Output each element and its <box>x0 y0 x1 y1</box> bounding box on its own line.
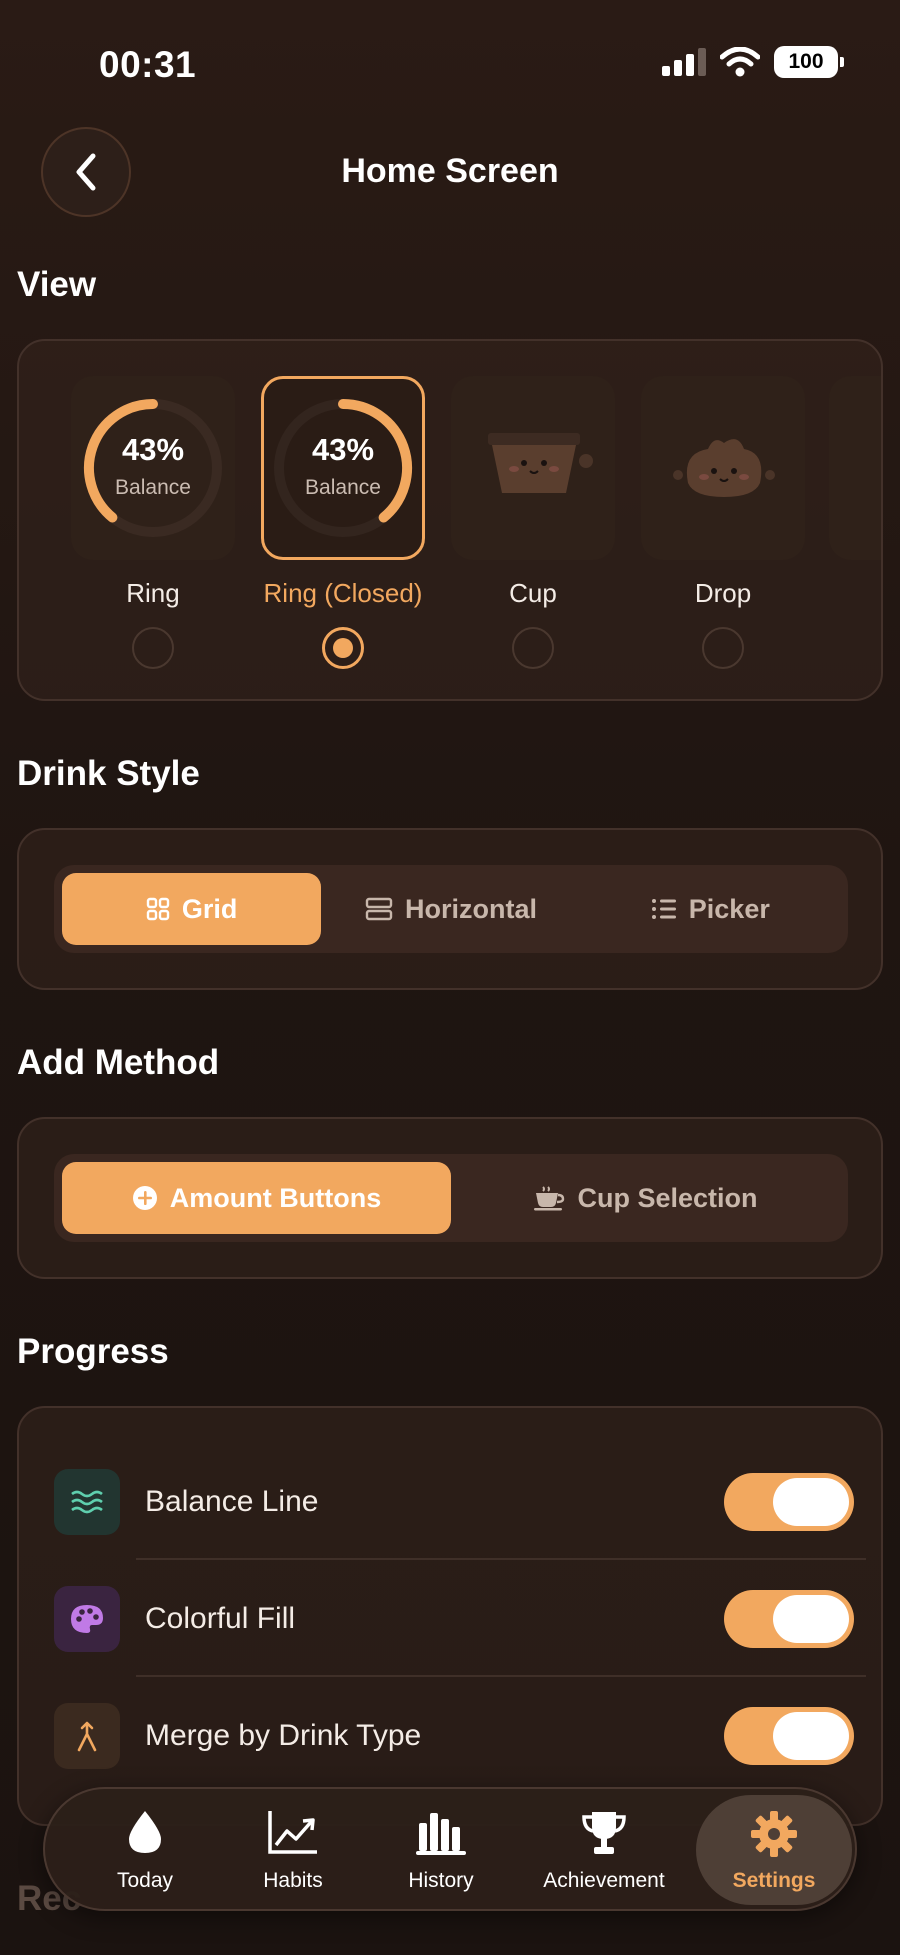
palette-icon <box>54 1586 120 1652</box>
rows-icon <box>365 897 393 921</box>
page-title: Home Screen <box>341 152 559 190</box>
ring-closed-preview: 43% Balance <box>261 376 425 560</box>
view-option-ring[interactable]: 43% Balance Ring <box>71 376 235 669</box>
drop-preview <box>641 376 805 560</box>
row-divider <box>136 1558 866 1560</box>
ring-closed-sub: Balance <box>305 476 381 499</box>
add-method-card: Amount Buttons Cup Selection <box>17 1117 883 1279</box>
merge-by-drink-type-row[interactable]: Merge by Drink Type <box>54 1678 854 1794</box>
tab-label: Settings <box>732 1869 816 1892</box>
cup-character-icon <box>488 433 593 493</box>
tab-bar: Today Habits History Achievement Setting… <box>43 1787 857 1911</box>
view-radio-ring-closed[interactable] <box>322 627 364 669</box>
bars-icon <box>416 1813 466 1855</box>
add-method-section-title: Add Method <box>17 1043 220 1082</box>
grid-icon <box>146 897 170 921</box>
ring-progress-icon <box>84 399 222 537</box>
cup-preview <box>451 376 615 560</box>
row-divider <box>136 1675 866 1677</box>
plus-circle-icon <box>132 1186 157 1210</box>
ring-preview: 43% Balance <box>71 376 235 560</box>
tab-achievement[interactable]: Achievement <box>523 1789 685 1909</box>
coffee-cup-icon <box>534 1186 565 1211</box>
balance-line-row[interactable]: Balance Line <box>54 1444 854 1560</box>
view-option-label: Cup <box>509 578 557 608</box>
status-time: 00:31 <box>99 44 197 85</box>
colorful-fill-toggle[interactable] <box>724 1590 854 1648</box>
view-option-label: Drop <box>694 578 752 608</box>
view-option-next-peek[interactable] <box>829 376 881 560</box>
tab-history[interactable]: History <box>381 1789 501 1909</box>
add-method-option-label: Cup Selection <box>577 1182 758 1213</box>
ring-closed-progress-icon <box>274 399 412 537</box>
ring-percent: 43% <box>121 432 185 467</box>
merge-by-drink-type-label: Merge by Drink Type <box>145 1719 422 1752</box>
drink-style-option-label: Grid <box>181 893 238 924</box>
view-radio-ring[interactable] <box>132 627 174 669</box>
wifi-icon <box>720 47 760 77</box>
drink-style-segmented-control: Grid Horizontal Picker <box>54 865 848 953</box>
drink-style-horizontal-option[interactable]: Horizontal <box>321 873 580 945</box>
add-method-cup-selection-option[interactable]: Cup Selection <box>451 1162 840 1234</box>
drink-style-section-title: Drink Style <box>17 754 200 793</box>
tab-label: History <box>408 1869 474 1892</box>
battery-indicator: 100 <box>774 46 844 78</box>
view-carousel[interactable]: 43% Balance Ring 43% Balance Ring (Close… <box>17 339 883 701</box>
progress-section-title: Progress <box>17 1332 169 1371</box>
view-option-cup[interactable]: Cup <box>451 376 615 669</box>
view-option-label: Ring <box>126 578 180 608</box>
list-icon <box>651 899 676 919</box>
progress-settings-card: Balance Line Colorful Fill Merge by Drin… <box>17 1406 883 1826</box>
drop-character-icon <box>673 439 775 497</box>
tab-label: Achievement <box>543 1869 665 1892</box>
view-option-ring-closed[interactable]: 43% Balance Ring (Closed) <box>261 376 425 669</box>
ring-closed-percent: 43% <box>311 432 375 467</box>
drink-style-picker-option[interactable]: Picker <box>581 873 840 945</box>
tab-settings[interactable]: Settings <box>696 1789 852 1909</box>
colorful-fill-label: Colorful Fill <box>145 1602 296 1635</box>
colorful-fill-row[interactable]: Colorful Fill <box>54 1561 854 1677</box>
tab-label: Habits <box>263 1869 323 1892</box>
drink-style-option-label: Horizontal <box>404 893 537 924</box>
chart-up-icon <box>268 1811 317 1854</box>
view-radio-drop[interactable] <box>702 627 744 669</box>
view-section-title: View <box>17 265 97 304</box>
tab-today[interactable]: Today <box>85 1789 205 1909</box>
tab-label: Today <box>116 1869 174 1892</box>
signal-icon <box>662 48 706 76</box>
balance-line-label: Balance Line <box>145 1485 319 1518</box>
drink-style-card: Grid Horizontal Picker <box>17 828 883 990</box>
drink-style-grid-option[interactable]: Grid <box>62 873 322 945</box>
view-radio-cup[interactable] <box>512 627 554 669</box>
waves-icon <box>54 1469 120 1535</box>
add-method-option-label: Amount Buttons <box>169 1182 382 1213</box>
trophy-icon <box>582 1812 626 1854</box>
merge-by-drink-type-toggle[interactable] <box>724 1707 854 1765</box>
view-option-drop[interactable]: Drop <box>641 376 805 669</box>
gear-icon <box>751 1811 797 1857</box>
balance-line-toggle[interactable] <box>724 1473 854 1531</box>
add-method-segmented-control: Amount Buttons Cup Selection <box>54 1154 848 1242</box>
tab-habits[interactable]: Habits <box>233 1789 353 1909</box>
status-icons: 100 <box>662 46 844 78</box>
view-option-label: Ring (Closed) <box>263 578 423 608</box>
drop-icon <box>129 1811 161 1853</box>
drink-style-option-label: Picker <box>688 893 770 924</box>
merge-icon <box>54 1703 120 1769</box>
add-method-amount-buttons-option[interactable]: Amount Buttons <box>62 1162 451 1234</box>
ring-sub: Balance <box>115 476 191 499</box>
